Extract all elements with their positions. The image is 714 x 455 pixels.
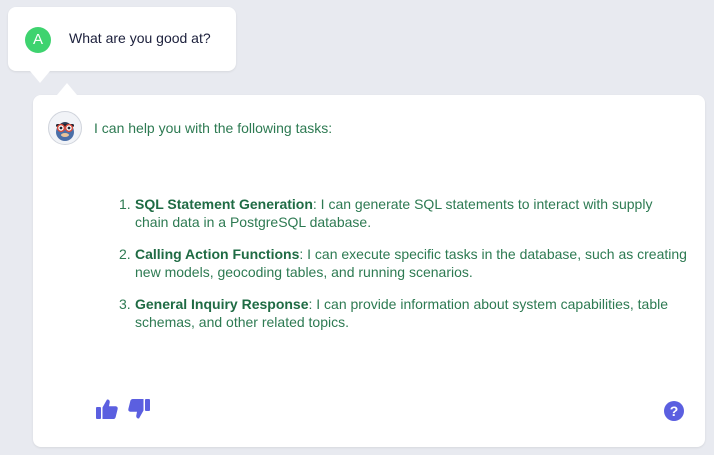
task-title: SQL Statement Generation [135, 196, 313, 212]
bot-avatar-icon [56, 122, 74, 141]
task-title: General Inquiry Response [135, 296, 309, 312]
user-message-bubble: A What are you good at? [8, 7, 236, 83]
assistant-card-tail [57, 83, 77, 95]
help-button[interactable]: ? [664, 401, 684, 421]
user-bubble-tail [30, 71, 50, 83]
thumbs-up-button[interactable] [95, 397, 119, 421]
task-number: 1. [119, 196, 131, 212]
thumbs-down-icon [128, 399, 150, 419]
assistant-message-card: I can help you with the following tasks:… [33, 83, 705, 447]
user-message-text: What are you good at? [69, 30, 211, 46]
task-list: 1. SQL Statement Generation: I can gener… [119, 195, 689, 345]
thumbs-up-icon [96, 399, 118, 419]
task-item-general-inquiry: 3. General Inquiry Response: I can provi… [119, 295, 689, 331]
task-item-sql-generation: 1. SQL Statement Generation: I can gener… [119, 195, 689, 231]
bot-avatar [48, 111, 82, 145]
task-number: 3. [119, 296, 131, 312]
task-title: Calling Action Functions [135, 246, 300, 262]
task-number: 2. [119, 246, 131, 262]
assistant-intro-text: I can help you with the following tasks: [94, 120, 333, 136]
thumbs-down-button[interactable] [127, 397, 151, 421]
user-avatar: A [25, 27, 51, 53]
task-item-action-functions: 2. Calling Action Functions: I can execu… [119, 245, 689, 281]
